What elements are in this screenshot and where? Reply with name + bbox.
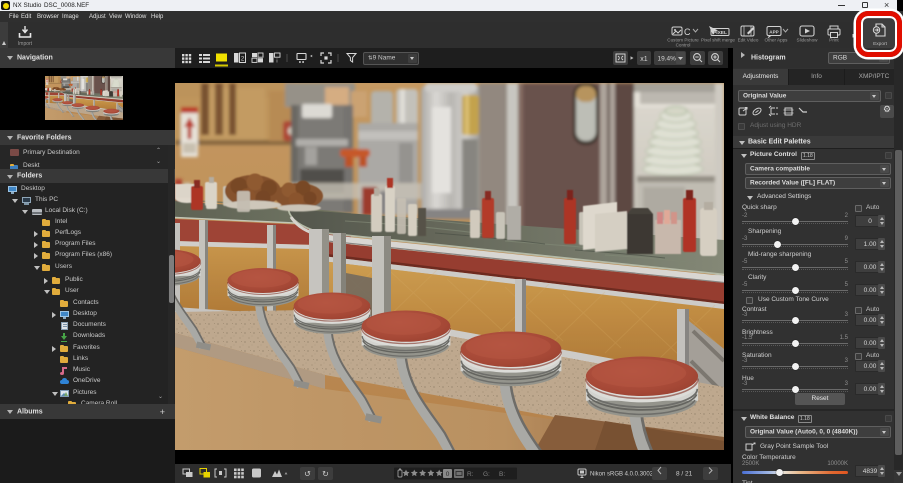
svg-text:Print: Print <box>829 38 839 43</box>
svg-text:APP: APP <box>769 30 778 35</box>
svg-text:↺: ↺ <box>304 470 311 479</box>
svg-text:R:: R: <box>467 471 474 478</box>
svg-text:PIXEL: PIXEL <box>713 30 727 36</box>
svg-text:8 / 21: 8 / 21 <box>676 471 693 478</box>
svg-text:19.4%: 19.4% <box>658 56 677 63</box>
svg-text:C: C <box>684 27 691 37</box>
svg-text:i: i <box>256 471 258 478</box>
svg-text:0: 0 <box>446 471 450 478</box>
svg-text:G:: G: <box>483 471 490 478</box>
svg-text:Slideshow: Slideshow <box>797 38 819 43</box>
svg-text:x1: x1 <box>640 56 648 63</box>
svg-text:B:: B: <box>499 471 505 478</box>
svg-text:Pixel shift merge: Pixel shift merge <box>701 38 735 43</box>
svg-text:Edit Video: Edit Video <box>738 38 759 43</box>
svg-text:i: i <box>276 59 277 65</box>
svg-text:Nikon sRGB 4.0.0.3002: Nikon sRGB 4.0.0.3002 <box>590 472 654 478</box>
svg-text:Control: Control <box>676 43 691 48</box>
svg-text:2: 2 <box>241 57 245 63</box>
svg-text:Other Apps: Other Apps <box>765 38 789 43</box>
svg-text:↻: ↻ <box>322 470 329 479</box>
